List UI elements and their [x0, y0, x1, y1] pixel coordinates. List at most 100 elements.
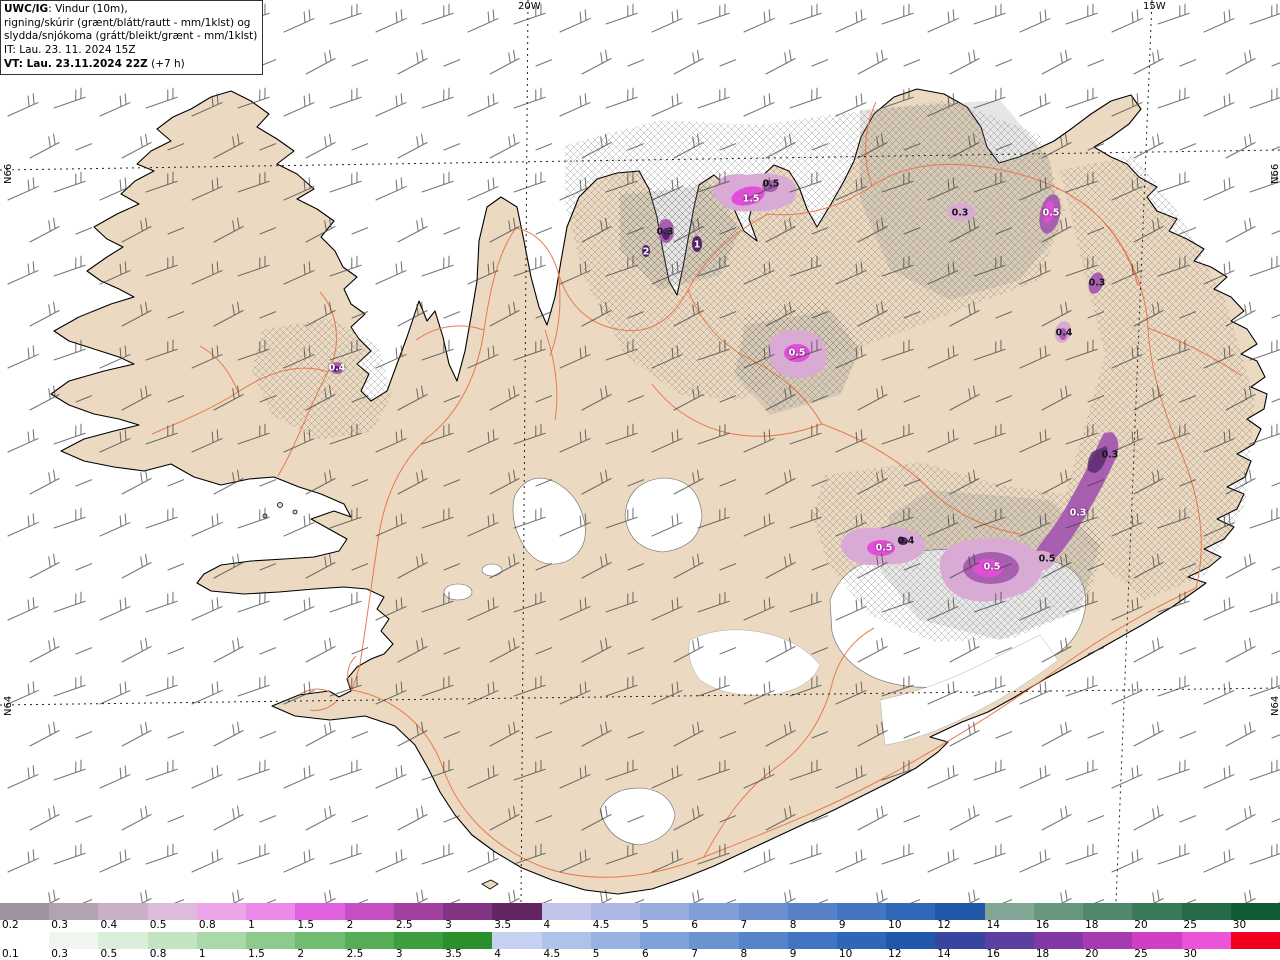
legend-value: 25 — [1183, 919, 1197, 931]
legend-value: 8 — [740, 948, 748, 960]
legend-color-cell — [49, 932, 99, 949]
valid-time-bold: VT: Lau. 23.11.2024 22Z — [4, 57, 148, 70]
legend-color-cell — [344, 903, 394, 920]
legend-color-cell — [541, 932, 591, 949]
legend-color-cell — [443, 932, 493, 949]
legend-value: 7 — [691, 948, 698, 960]
legend-color-cell — [0, 903, 50, 920]
legend-value: 3.5 — [445, 948, 462, 960]
legend-color-cell — [590, 932, 641, 949]
legend-value: 20 — [1134, 919, 1148, 931]
legend-value: 25 — [1134, 948, 1148, 960]
legend-value: 6 — [691, 919, 698, 931]
legend-color-cell — [738, 903, 788, 920]
legend-value: 6 — [642, 948, 649, 960]
legend-value: 18 — [1035, 948, 1050, 960]
legend-color-cell — [984, 903, 1034, 920]
legend-value: 4 — [494, 948, 501, 960]
legend-color-cell — [393, 932, 444, 949]
legend-color-cell — [689, 932, 739, 949]
info-line-title: UWC/IG: Vindur (10m), — [4, 3, 257, 17]
legend-values-rain: 0.1 0.3 0.5 0.8 1 1.5 2 2.5 3 3.5 4 4.5 5 6 7 8 9 10 12 14 1… — [0, 948, 1280, 960]
map-canvas: 20W 15W N66 N66 N64 N64 0.5 1.5 0.3 1 2 0.3 0.5 0.3 0… — [0, 0, 1280, 903]
init-time: IT: Lau. 23. 11. 2024 15Z — [4, 43, 136, 56]
legend-color-cell — [984, 932, 1034, 949]
legend-value: 5 — [592, 948, 600, 960]
legend-value: 16 — [1035, 919, 1050, 931]
legend-color-cell — [689, 903, 739, 920]
legend-color-cell — [1033, 932, 1084, 949]
legend-value: 3.5 — [494, 919, 511, 931]
legend-color-cell — [738, 932, 788, 949]
legend-value: 2.5 — [395, 919, 413, 931]
legend-color-cell — [787, 903, 837, 920]
legend-value: 30 — [1232, 919, 1247, 931]
legend-value: 1.5 — [297, 919, 315, 931]
legend-color-cell — [1132, 932, 1182, 949]
legend-color-cell — [0, 932, 50, 949]
legend-color-cell — [1230, 932, 1280, 949]
legend-value: 0.8 — [198, 919, 216, 931]
legend-color-cell — [1083, 903, 1133, 920]
legend-value: 30 — [1183, 948, 1197, 960]
legend-value: 0.5 — [100, 948, 118, 960]
weather-forecast-map: 20W 15W N66 N66 N64 N64 0.5 1.5 0.3 1 2 0.3 0.5 0.3 0… — [0, 0, 1280, 960]
legend-value: 8 — [789, 919, 797, 931]
legend-color-cell — [295, 932, 345, 949]
legend-value: 14 — [937, 948, 951, 960]
wind-barb-field — [0, 0, 1280, 903]
legend-value: 7 — [740, 919, 748, 931]
legend-value: 0.4 — [100, 919, 118, 931]
legend-value: 4.5 — [592, 919, 610, 931]
legend-color-cell — [1181, 932, 1231, 949]
legend-color-cell — [590, 903, 641, 920]
legend-value: 2 — [297, 948, 305, 960]
legend-color-cell — [935, 932, 985, 949]
legend-color-cell — [147, 932, 197, 949]
legend-color-cell — [98, 903, 148, 920]
legend-color-cell — [246, 932, 296, 949]
legend-color-cell — [1181, 903, 1231, 920]
legend-value: 9 — [838, 919, 846, 931]
variable-label: : Vindur (10m), — [48, 3, 128, 15]
legend-band-rain — [0, 932, 1280, 949]
legend-color-cell — [492, 932, 542, 949]
legend-color-cell — [196, 932, 247, 949]
legend-value: 3 — [395, 948, 403, 960]
legend-value: 12 — [937, 919, 951, 931]
model-name: UWC/IG — [4, 3, 49, 15]
legend-value: 20 — [1085, 948, 1099, 960]
precipitation-legend: 0.2 0.3 0.4 0.5 0.8 1 1.5 2 2.5 3 3.5 4 4.5 5 6 7 8 9 10 12… — [0, 903, 1280, 960]
legend-color-cell — [1132, 903, 1182, 920]
legend-value: 0.5 — [149, 919, 167, 931]
legend-value: 1 — [248, 919, 255, 931]
valid-time: VT: Lau. 23.11.2024 22Z (+7 h) — [4, 58, 257, 72]
legend-color-cell — [98, 932, 148, 949]
legend-color-cell — [147, 903, 197, 920]
legend-value: 14 — [986, 919, 1000, 931]
legend-value: 4 — [543, 919, 551, 931]
legend-color-cell — [1083, 932, 1133, 949]
legend-value: 0.8 — [149, 948, 167, 960]
legend-value: 9 — [789, 948, 797, 960]
legend-color-cell — [443, 903, 493, 920]
legend-value: 2.5 — [346, 948, 364, 960]
forecast-info-box: UWC/IG: Vindur (10m), rigning/skúrir (gr… — [0, 0, 264, 76]
legend-color-cell — [196, 903, 247, 920]
legend-values-sleet-snow: 0.2 0.3 0.4 0.5 0.8 1 1.5 2 2.5 3 3.5 4 4.5 5 6 7 8 9 10 12… — [0, 919, 1280, 932]
info-line-rain: rigning/skúrir (grænt/blátt/rautt - mm/1… — [4, 16, 251, 29]
legend-color-cell — [344, 932, 394, 949]
legend-value: 4.5 — [543, 948, 561, 960]
legend-value: 0.1 — [2, 948, 19, 960]
legend-color-cell — [886, 932, 936, 949]
legend-color-cell — [886, 903, 936, 920]
legend-value: 10 — [838, 948, 853, 960]
legend-value: 2 — [346, 919, 354, 931]
legend-value: 18 — [1085, 919, 1099, 931]
legend-color-cell — [295, 903, 345, 920]
legend-value: 5 — [642, 919, 649, 931]
legend-value: 0.2 — [2, 919, 19, 931]
legend-value: 16 — [986, 948, 1000, 960]
legend-color-cell — [935, 903, 985, 920]
legend-color-cell — [49, 903, 99, 920]
